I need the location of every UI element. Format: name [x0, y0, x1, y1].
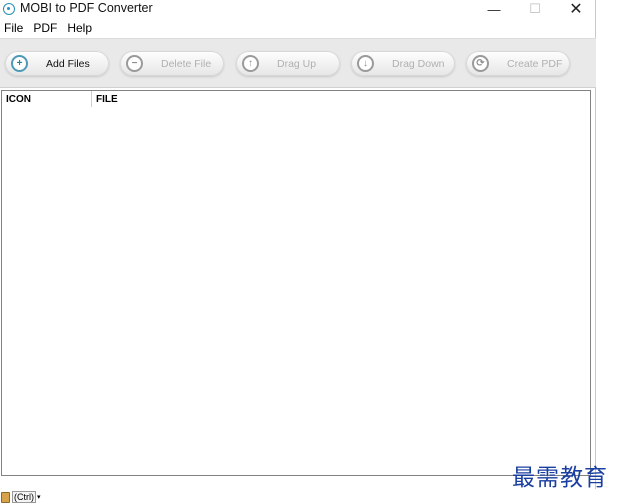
watermark-text: 最需教育 [512, 465, 608, 491]
toolbar: + Add Files − Delete File ↑ Drag Up ↓ Dr… [0, 38, 596, 88]
arrow-down-icon: ↓ [357, 55, 374, 72]
file-list[interactable]: ICON FILE [1, 90, 591, 476]
chevron-down-icon: ▾ [37, 494, 41, 501]
column-header-icon[interactable]: ICON [2, 91, 92, 107]
minimize-button[interactable]: — [474, 0, 514, 18]
close-button[interactable]: ✕ [556, 0, 596, 18]
add-files-button[interactable]: + Add Files [5, 51, 109, 76]
create-pdf-button[interactable]: ⟳ Create PDF [466, 51, 570, 76]
app-window: MOBI to PDF Converter — ☐ ✕ File PDF Hel… [0, 0, 596, 489]
list-header: ICON FILE [2, 91, 590, 107]
menu-bar: File PDF Help [0, 20, 596, 37]
menu-pdf[interactable]: PDF [29, 20, 63, 37]
minus-icon: − [126, 55, 143, 72]
drag-down-button[interactable]: ↓ Drag Down [351, 51, 455, 76]
drag-up-label: Drag Up [277, 57, 317, 70]
column-header-file[interactable]: FILE [92, 91, 292, 107]
refresh-icon: ⟳ [472, 55, 489, 72]
drag-down-label: Drag Down [392, 57, 445, 70]
title-bar[interactable]: MOBI to PDF Converter — ☐ ✕ [0, 0, 596, 18]
window-title: MOBI to PDF Converter [20, 1, 153, 15]
add-files-label: Add Files [46, 57, 90, 70]
clipboard-icon [1, 491, 10, 503]
ctrl-label: (Ctrl) [12, 491, 36, 503]
delete-file-label: Delete File [161, 57, 212, 70]
create-pdf-label: Create PDF [507, 57, 563, 70]
arrow-up-icon: ↑ [242, 55, 259, 72]
clipboard-paste-tag[interactable]: (Ctrl) ▾ [0, 490, 52, 504]
delete-file-button[interactable]: − Delete File [120, 51, 224, 76]
app-logo-icon [3, 3, 15, 15]
maximize-button[interactable]: ☐ [515, 0, 555, 18]
plus-icon: + [11, 55, 28, 72]
menu-file[interactable]: File [0, 20, 29, 37]
drag-up-button[interactable]: ↑ Drag Up [236, 51, 340, 76]
menu-help[interactable]: Help [63, 20, 98, 37]
